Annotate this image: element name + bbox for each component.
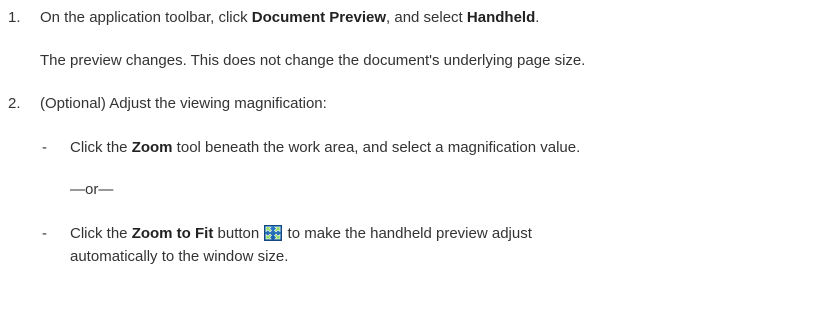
or-separator: —or— (70, 181, 114, 198)
step-2-text: (Optional) Adjust the viewing magnificat… (40, 95, 327, 112)
bullet-2-text-line2: automatically to the window size. (70, 248, 289, 265)
step-1-note: The preview changes. This does not chang… (40, 52, 586, 69)
step-2-number: 2. (8, 95, 21, 112)
bullet-2-dash: - (42, 225, 47, 242)
handheld-label: Handheld (466, 9, 536, 26)
bullet-1-dash: - (42, 139, 47, 156)
zoom-to-fit-label: Zoom to Fit (131, 225, 214, 242)
bullet-1-text: Click the Zoom tool beneath the work are… (70, 139, 581, 156)
step-2: 2. (8, 94, 21, 114)
bullet-2-text: Click the Zoom to Fit button to make the… (70, 225, 532, 242)
step-1: 1. (8, 8, 21, 28)
step-1-text: On the application toolbar, click Docume… (40, 9, 540, 26)
step-1-number: 1. (8, 9, 21, 26)
zoom-label: Zoom (131, 139, 173, 156)
document-preview-label: Document Preview (251, 9, 387, 26)
zoom-to-fit-icon (264, 225, 283, 241)
